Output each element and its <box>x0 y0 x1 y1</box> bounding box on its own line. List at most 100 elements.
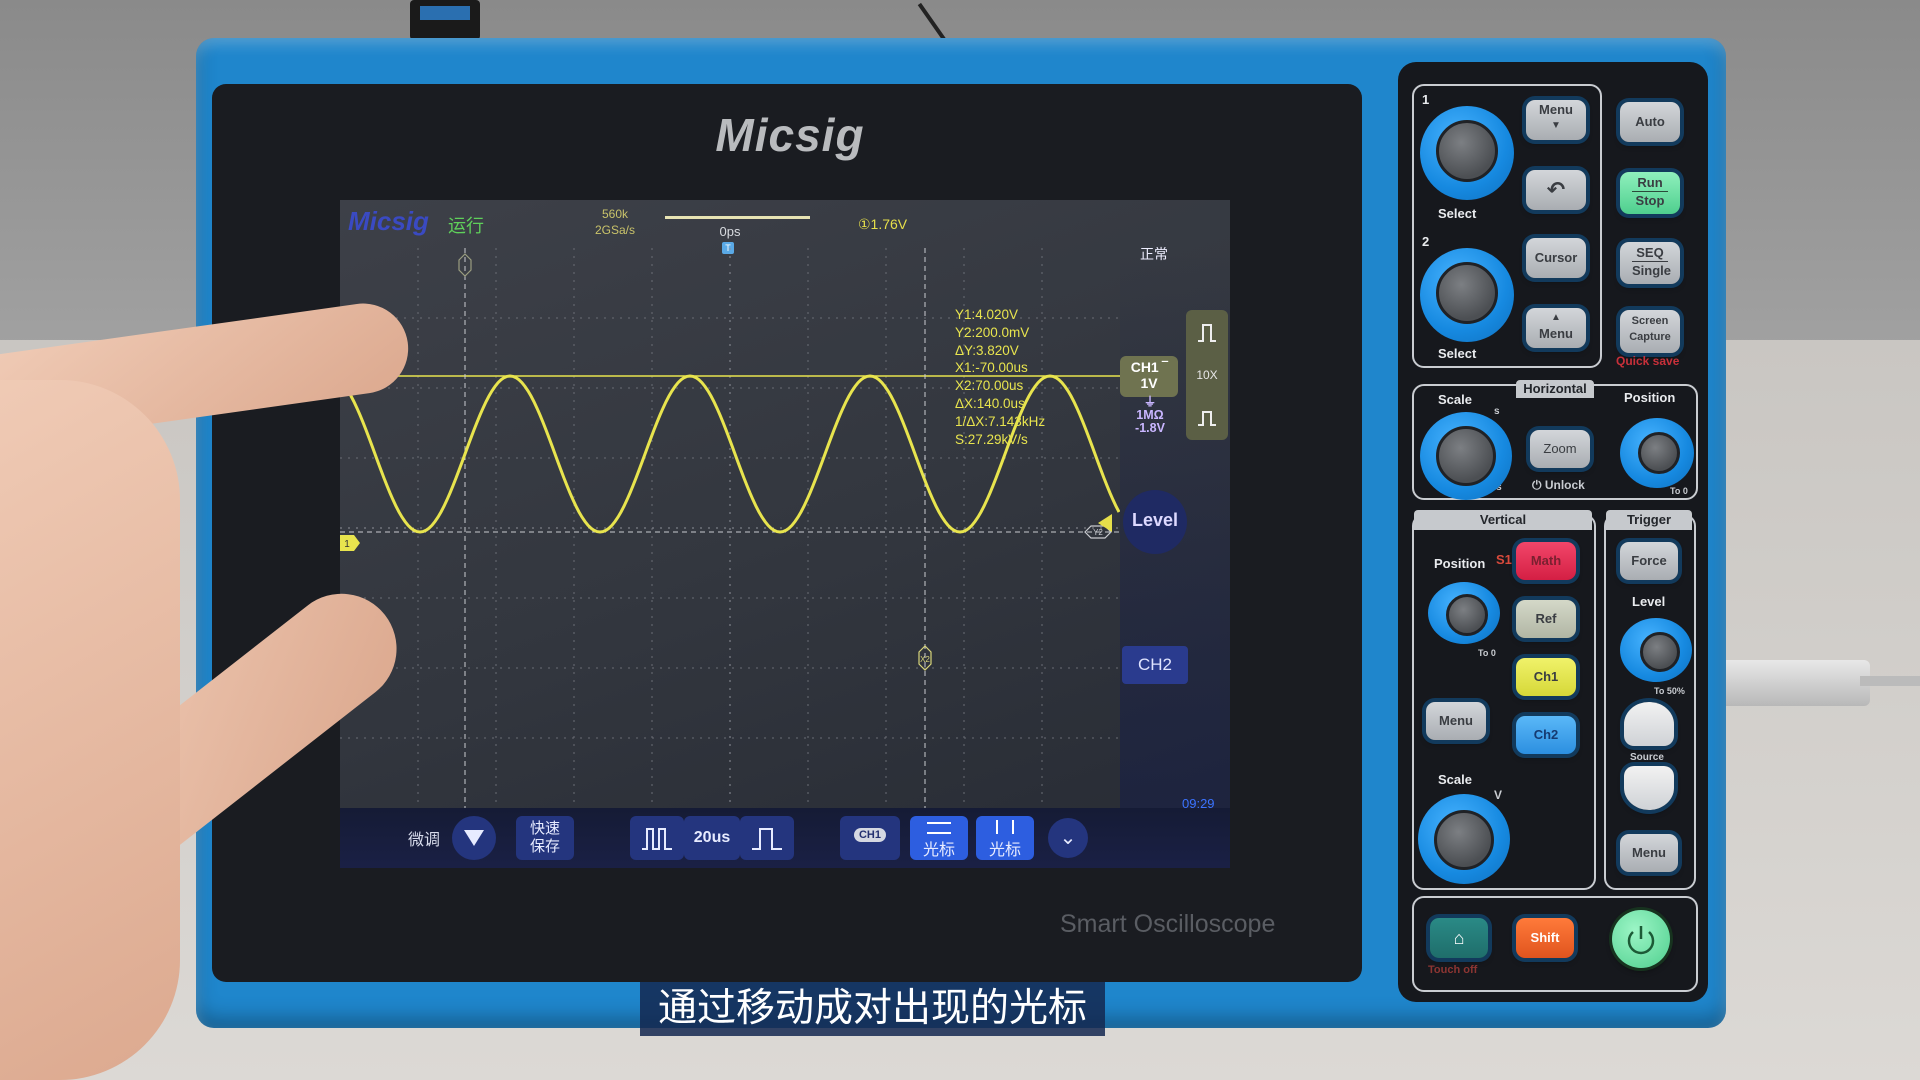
fine-tune-label[interactable]: 微调 <box>408 826 440 850</box>
ch1-scale-button[interactable]: CH1 ‾ 1V <box>1120 356 1178 397</box>
cursor-y1: Y1:4.020V <box>955 307 1019 322</box>
vertical-scale-knob[interactable] <box>1418 794 1510 884</box>
cursor-slope: S:27.29kV/s <box>955 431 1028 447</box>
source-label: Source <box>1630 752 1664 763</box>
triangle-up-icon: ▲ <box>1551 312 1561 323</box>
touch-off-label: Touch off <box>1428 964 1478 976</box>
ch1-info[interactable]: ⏚ 1MΩ -1.8V <box>1124 396 1176 435</box>
ref-button[interactable]: Ref <box>1516 600 1576 638</box>
back-arrow-icon: ↶ <box>1546 177 1566 202</box>
cursor-y2: Y2:200.0mV <box>955 324 1030 340</box>
cursor-x1: X1:-70.00us <box>955 360 1028 376</box>
s1-label: S1 <box>1496 552 1512 567</box>
quick-save-label: Quick save <box>1616 354 1680 368</box>
math-button[interactable]: Math <box>1516 542 1576 580</box>
level-button[interactable]: Level <box>1123 490 1187 554</box>
power-icon <box>1627 926 1655 955</box>
memory-depth: 560k <box>601 207 629 221</box>
pulse-down-icon[interactable] <box>1196 406 1218 428</box>
probe-attenuation[interactable]: 10X <box>1186 368 1228 382</box>
ch1-label: CH1 <box>1130 359 1159 375</box>
timeline-bar[interactable] <box>665 216 810 219</box>
vertical-cursor-icon <box>996 820 1014 834</box>
dropdown-triangle-button[interactable] <box>452 816 496 860</box>
triangle-down-icon <box>464 830 484 846</box>
vertical-menu-button[interactable]: Menu <box>1426 702 1486 740</box>
trigger-level-knob[interactable] <box>1620 618 1692 682</box>
screen-capture-button[interactable]: Screen Capture <box>1620 310 1680 353</box>
run-stop-button[interactable]: Run Stop <box>1620 172 1680 214</box>
ch1-ground-marker: 1 <box>340 535 360 551</box>
control-panel: 1 Select 2 Select Menu ▼ ↶ Cursor ▲ Menu A… <box>1398 62 1708 1002</box>
trigger-level-label: Level <box>1632 594 1666 609</box>
cursor-button[interactable]: Cursor <box>1526 238 1586 278</box>
sample-rate: 2GSa/s <box>594 223 636 237</box>
trigger-level-readout[interactable]: ①1.76V <box>858 216 907 233</box>
knob1-label: 1 <box>1422 92 1430 107</box>
home-button[interactable]: ⌂ <box>1430 918 1488 958</box>
run-state[interactable]: 运行 <box>448 212 484 238</box>
vertical-title: Vertical <box>1414 510 1592 530</box>
power-button[interactable] <box>1612 910 1670 968</box>
back-button[interactable]: ↶ <box>1526 170 1586 210</box>
force-button[interactable]: Force <box>1620 542 1678 580</box>
ch2-hw-button[interactable]: Ch2 <box>1516 716 1576 754</box>
ch1-button[interactable]: Ch1 <box>1516 658 1576 696</box>
timebase-decrease-button[interactable] <box>630 816 684 860</box>
source-down-button[interactable] <box>1624 766 1674 810</box>
select2-label: Select <box>1438 346 1477 361</box>
quick-save-button[interactable]: 快速 保存 <box>516 816 574 860</box>
cursor-readout: Y1:4.020V Y2:200.0mV ΔY:3.820V X1:-70.00… <box>955 306 1045 448</box>
source-up-button[interactable] <box>1624 702 1674 746</box>
svg-text:1: 1 <box>344 539 350 550</box>
probe-tag <box>420 6 470 20</box>
cursor-x2: X2:70.00us <box>955 378 1024 394</box>
ch1-bandwidth-icon: ‾ <box>1162 359 1168 375</box>
multipurpose-knob-1[interactable] <box>1420 106 1514 200</box>
usb-cable <box>1860 676 1920 686</box>
video-subtitle: 通过移动成对出现的光标 <box>640 982 1106 1036</box>
menu-up-button[interactable]: ▲ Menu <box>1526 308 1586 348</box>
oscilloscope-screen[interactable]: Micsig 运行 560k 2GSa/s 0ps T ①1.76V 正常 X2… <box>340 200 1230 868</box>
acquisition-info[interactable]: 560k 2GSa/s <box>580 206 650 238</box>
ch1-badge: CH1 <box>853 828 886 842</box>
v-scale-label: Scale <box>1438 772 1472 787</box>
shift-button[interactable]: Shift <box>1516 918 1574 958</box>
brand-logo: Micsig <box>715 109 865 161</box>
zoom-button[interactable]: Zoom <box>1530 430 1590 468</box>
horizontal-position-knob[interactable] <box>1620 418 1694 488</box>
trigger-menu-button[interactable]: Menu <box>1620 834 1678 872</box>
auto-button[interactable]: Auto <box>1620 102 1680 142</box>
expand-chevron-down-icon[interactable]: ⌄ <box>1048 818 1088 858</box>
horizontal-cursor-button[interactable]: 光标 <box>910 816 968 860</box>
timebase-increase-button[interactable] <box>740 816 794 860</box>
ch1-offset: -1.8V <box>1135 421 1165 435</box>
select1-label: Select <box>1438 206 1477 221</box>
seq-single-button[interactable]: SEQ Single <box>1620 242 1680 284</box>
knob2-label: 2 <box>1422 234 1430 249</box>
usb-plug <box>1720 660 1870 706</box>
pulse-up-icon[interactable] <box>1196 322 1218 344</box>
home-icon: ⌂ <box>1453 928 1465 948</box>
channel-select-button[interactable]: CH1 <box>840 816 900 860</box>
trigger-level-arrow-icon[interactable] <box>1098 514 1112 532</box>
horizontal-title: Horizontal <box>1516 380 1594 398</box>
hand-palm <box>0 380 180 1080</box>
triangle-down-icon: ▼ <box>1551 120 1561 131</box>
trigger-position: 0ps <box>719 224 741 239</box>
h-s-mark: s <box>1494 406 1500 417</box>
h-to0-label: To 0 <box>1670 486 1688 496</box>
vertical-cursor-button[interactable]: 光标 <box>976 816 1034 860</box>
cursor-dy: ΔY:3.820V <box>955 342 1019 358</box>
horizontal-cursor-icon <box>927 822 951 834</box>
ch2-button[interactable]: CH2 <box>1122 646 1188 684</box>
unlock-label: ⏻ Unlock <box>1532 478 1585 492</box>
model-tagline: Smart Oscilloscope <box>1060 910 1276 938</box>
probe-panel[interactable]: 10X <box>1186 310 1228 440</box>
vertical-position-knob[interactable] <box>1428 582 1500 644</box>
svg-text:X2: X2 <box>920 655 930 664</box>
horizontal-scale-knob[interactable] <box>1420 412 1512 500</box>
timebase-value[interactable]: 20us <box>684 816 740 860</box>
multipurpose-knob-2[interactable] <box>1420 248 1514 342</box>
menu-down-button[interactable]: Menu ▼ <box>1526 100 1586 140</box>
